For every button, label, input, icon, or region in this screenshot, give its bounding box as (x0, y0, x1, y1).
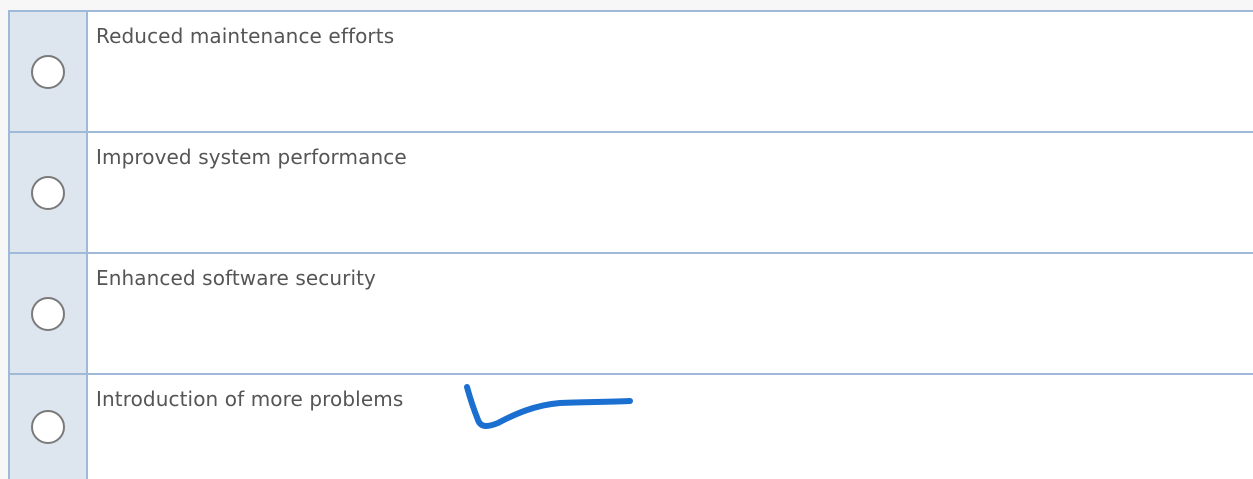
option-label-cell[interactable]: Introduction of more problems (88, 375, 1253, 479)
option-row-2[interactable]: Improved system performance (10, 133, 1253, 254)
option-label-cell[interactable]: Enhanced software security (88, 254, 1253, 373)
question-options-frame: Reduced maintenance efforts Improved sys… (0, 0, 1253, 479)
answer-options-list: Reduced maintenance efforts Improved sys… (8, 10, 1253, 479)
radio-button[interactable] (31, 175, 65, 210)
option-label: Improved system performance (96, 145, 407, 169)
option-row-4[interactable]: Introduction of more problems (10, 375, 1253, 479)
radio-cell[interactable] (10, 133, 88, 252)
option-label: Introduction of more problems (96, 387, 404, 411)
option-row-3[interactable]: Enhanced software security (10, 254, 1253, 375)
option-row-1[interactable]: Reduced maintenance efforts (10, 12, 1253, 133)
radio-cell[interactable] (10, 375, 88, 479)
radio-button[interactable] (31, 296, 65, 331)
option-label: Reduced maintenance efforts (96, 24, 395, 48)
radio-cell[interactable] (10, 254, 88, 373)
option-label: Enhanced software security (96, 266, 376, 290)
radio-button[interactable] (31, 54, 65, 89)
radio-button[interactable] (31, 410, 65, 444)
option-label-cell[interactable]: Reduced maintenance efforts (88, 12, 1253, 131)
option-label-cell[interactable]: Improved system performance (88, 133, 1253, 252)
radio-cell[interactable] (10, 12, 88, 131)
